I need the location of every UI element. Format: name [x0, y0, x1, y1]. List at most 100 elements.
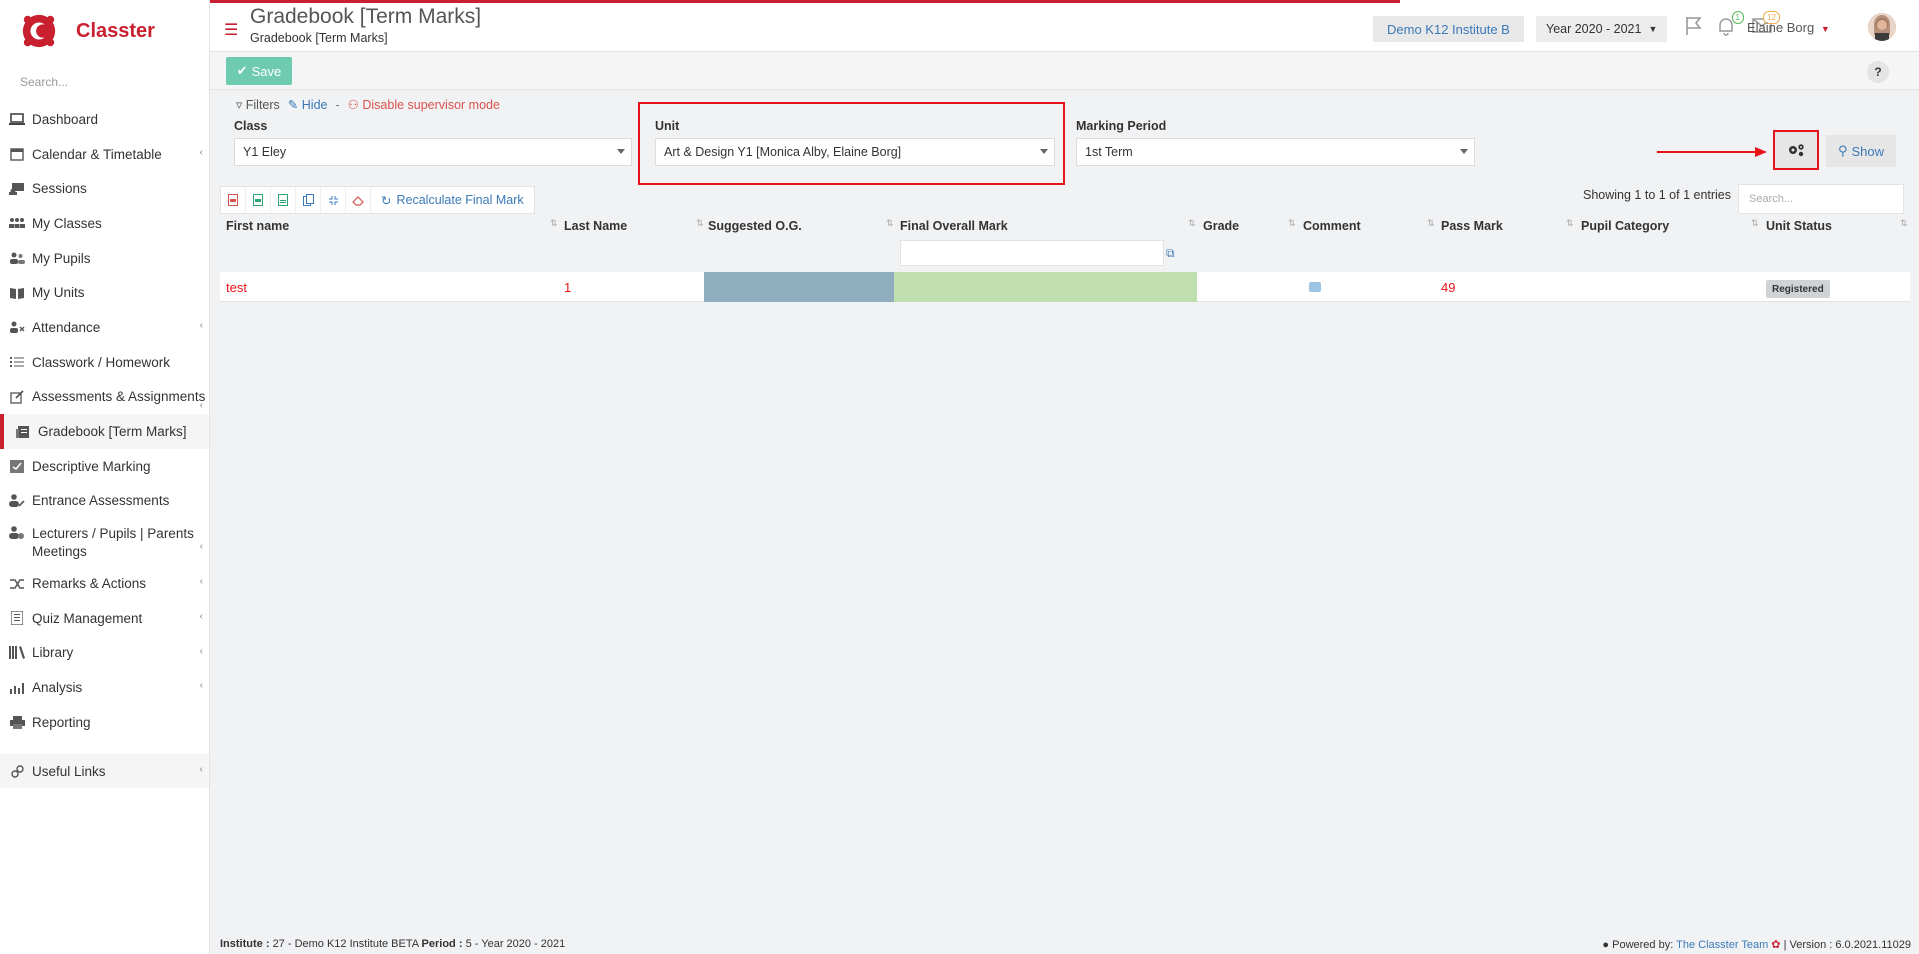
cell-last-name[interactable]: 1: [564, 280, 571, 295]
flag-icon[interactable]: [1684, 16, 1706, 38]
sidebar-search-input[interactable]: Search...: [0, 62, 209, 102]
copy-down-icon[interactable]: ⧉: [1166, 246, 1175, 261]
sidebar-item-descriptive-marking[interactable]: Descriptive Marking: [0, 449, 209, 484]
sidebar-item-meetings[interactable]: Lecturers / Pupils | Parents Meetings ‹: [0, 518, 209, 566]
user-edit-icon: [8, 493, 26, 509]
column-header-pupil-category[interactable]: Pupil Category: [1581, 219, 1669, 233]
column-header-last-name[interactable]: Last Name: [564, 219, 627, 233]
institute-selector[interactable]: Demo K12 Institute B: [1373, 16, 1524, 42]
avatar[interactable]: [1868, 13, 1896, 41]
sidebar-item-label: Assessments & Assignments: [32, 389, 206, 405]
year-selector[interactable]: Year 2020 - 2021 ▼: [1536, 16, 1668, 42]
user-times-icon: ⚇: [347, 98, 359, 112]
help-button[interactable]: ?: [1867, 61, 1889, 83]
sidebar-item-gradebook[interactable]: Gradebook [Term Marks]: [0, 414, 209, 449]
compress-icon[interactable]: [321, 187, 346, 213]
sidebar-item-sessions[interactable]: Sessions: [0, 171, 209, 206]
hide-filters-link[interactable]: ✎ Hide: [288, 97, 328, 112]
sidebar-item-my-units[interactable]: My Units: [0, 275, 209, 310]
column-header-final-overall-mark[interactable]: Final Overall Mark: [900, 219, 1008, 233]
cell-final-overall-mark[interactable]: [894, 272, 1197, 302]
csv-export-icon[interactable]: [271, 187, 296, 213]
sidebar-item-entrance-assessments[interactable]: Entrance Assessments: [0, 484, 209, 519]
notifications-count: 1: [1731, 11, 1744, 24]
column-header-pass-mark[interactable]: Pass Mark: [1441, 219, 1503, 233]
sidebar-item-label: Classwork / Homework: [32, 354, 171, 370]
copy-icon[interactable]: [296, 187, 321, 213]
sort-icon[interactable]: ⇅: [1566, 218, 1574, 229]
sidebar-item-calendar[interactable]: Calendar & Timetable ‹: [0, 137, 209, 172]
table-search-input[interactable]: Search...: [1738, 184, 1904, 214]
caret-down-icon: ▼: [1648, 24, 1658, 34]
sidebar-item-assessments[interactable]: Assessments & Assignments ‹: [0, 380, 209, 415]
save-button[interactable]: ✔ Save: [226, 57, 292, 85]
sessions-icon: [8, 181, 26, 197]
edit-icon: [8, 389, 26, 405]
column-header-unit-status[interactable]: Unit Status: [1766, 219, 1832, 233]
sidebar-item-label: Useful Links: [32, 763, 106, 779]
classter-logo-icon: [22, 14, 56, 48]
footer-powered: ● Powered by: The Classter Team ✿ | Vers…: [1602, 938, 1911, 951]
classter-team-link[interactable]: The Classter Team: [1676, 939, 1768, 951]
column-header-grade[interactable]: Grade: [1203, 219, 1239, 233]
comment-icon[interactable]: [1309, 282, 1321, 292]
recalculate-final-mark-button[interactable]: ↻ Recalculate Final Mark: [371, 187, 534, 213]
sort-icon[interactable]: ⇅: [1900, 218, 1908, 229]
shuffle-icon: [8, 576, 26, 592]
show-button[interactable]: ⚲ Show: [1826, 135, 1896, 167]
chevron-left-icon: ‹: [199, 763, 203, 775]
unit-select[interactable]: Art & Design Y1 [Monica Alby, Elaine Bor…: [655, 138, 1055, 166]
sidebar-item-useful-links[interactable]: Useful Links ‹: [0, 753, 209, 789]
chevron-left-icon: ‹: [199, 576, 203, 588]
sidebar-item-my-classes[interactable]: My Classes: [0, 206, 209, 241]
sidebar-menu: Dashboard Calendar & Timetable ‹ Session…: [0, 102, 209, 789]
sidebar-item-dashboard[interactable]: Dashboard: [0, 102, 209, 137]
sort-icon[interactable]: ⇅: [550, 218, 558, 229]
logo[interactable]: Classter: [0, 0, 209, 62]
recalc-label: Recalculate Final Mark: [396, 193, 524, 207]
sort-icon[interactable]: ⇅: [886, 218, 894, 229]
column-header-first-name[interactable]: First name: [226, 219, 289, 233]
period-label: Marking Period: [1076, 119, 1167, 133]
sort-icon[interactable]: ⇅: [1288, 218, 1296, 229]
sidebar-item-label: My Pupils: [32, 250, 91, 266]
sort-icon[interactable]: ⇅: [1188, 218, 1196, 229]
eraser-icon[interactable]: [346, 187, 371, 213]
sidebar-item-reporting[interactable]: Reporting: [0, 705, 209, 740]
cell-first-name[interactable]: test: [226, 280, 247, 295]
unit-value: Art & Design Y1 [Monica Alby, Elaine Bor…: [664, 145, 902, 159]
sidebar-item-label: Gradebook [Term Marks]: [38, 424, 187, 440]
filters-toggle[interactable]: ▿ Filters: [236, 97, 280, 112]
sidebar-item-my-pupils[interactable]: My Pupils: [0, 241, 209, 276]
sort-icon[interactable]: ⇅: [1751, 218, 1759, 229]
sidebar-item-quiz[interactable]: Quiz Management ‹: [0, 601, 209, 636]
separator: -: [335, 97, 340, 112]
sidebar-item-analysis[interactable]: Analysis ‹: [0, 670, 209, 705]
sidebar-item-attendance[interactable]: Attendance ‹: [0, 310, 209, 345]
class-value: Y1 Eley: [243, 145, 287, 159]
user-menu[interactable]: Elaine Borg ▼: [1747, 20, 1830, 35]
search-icon: ⚲: [1837, 143, 1848, 158]
hamburger-menu-icon[interactable]: ☰: [224, 20, 238, 40]
period-select[interactable]: 1st Term: [1076, 138, 1475, 166]
bell-icon[interactable]: 1: [1716, 11, 1744, 38]
chevron-left-icon: ‹: [199, 399, 203, 411]
sort-icon[interactable]: ⇅: [696, 218, 704, 229]
pdf-export-icon[interactable]: [221, 187, 246, 213]
print-icon: [8, 714, 26, 730]
sidebar-item-library[interactable]: Library ‹: [0, 636, 209, 671]
excel-export-icon[interactable]: [246, 187, 271, 213]
sidebar-item-classwork[interactable]: Classwork / Homework: [0, 345, 209, 380]
final-mark-bulk-input[interactable]: [900, 240, 1164, 266]
settings-button[interactable]: [1773, 130, 1819, 170]
caret-down-icon: [1460, 149, 1468, 154]
column-header-comment[interactable]: Comment: [1303, 219, 1361, 233]
sort-icon[interactable]: ⇅: [1427, 218, 1435, 229]
sidebar-item-label: Entrance Assessments: [32, 493, 170, 509]
sidebar-item-remarks[interactable]: Remarks & Actions ‹: [0, 566, 209, 601]
cell-pass-mark: 49: [1441, 280, 1456, 295]
class-select[interactable]: Y1 Eley: [234, 138, 632, 166]
column-header-suggested-og[interactable]: Suggested O.G.: [708, 219, 802, 233]
sidebar-item-label: Calendar & Timetable: [32, 146, 162, 162]
disable-supervisor-link[interactable]: ⚇ Disable supervisor mode: [348, 97, 500, 112]
